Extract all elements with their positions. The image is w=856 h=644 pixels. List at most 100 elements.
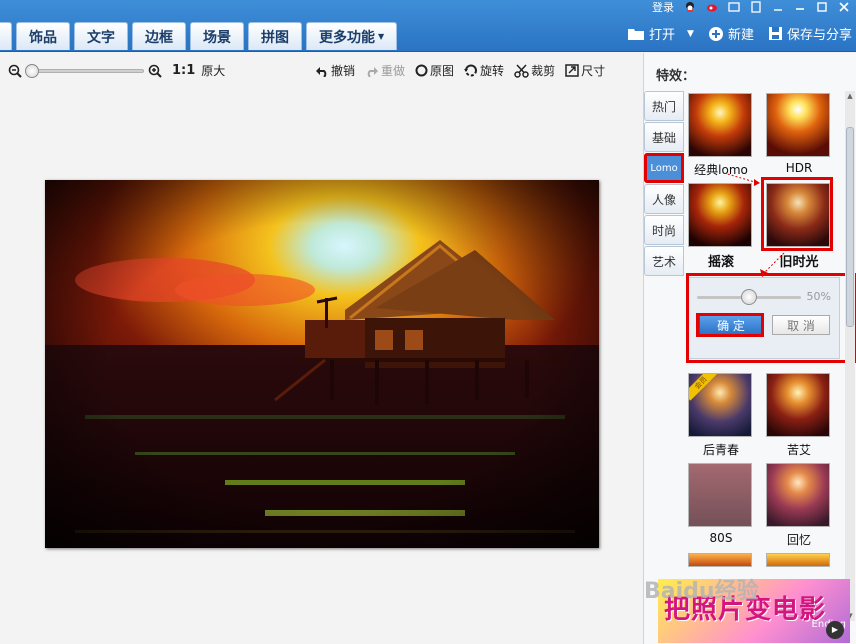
minimize-icon[interactable] xyxy=(794,1,806,13)
effect-absinthe[interactable]: 苦艾 xyxy=(766,373,832,458)
annotation-arrows xyxy=(724,173,785,277)
tab-accessories[interactable]: 饰品 xyxy=(16,22,70,50)
tab-text[interactable]: 文字 xyxy=(74,22,128,50)
folder-icon xyxy=(628,28,645,40)
category-fashion[interactable]: 时尚 xyxy=(644,215,684,245)
rotate-button[interactable]: 旋转 xyxy=(464,62,504,79)
save-share-button[interactable]: 保存与分享 xyxy=(768,24,852,43)
effect-preview: 会员 xyxy=(688,373,752,437)
size-label: 尺寸 xyxy=(581,64,606,78)
zoom-out-icon[interactable] xyxy=(8,64,22,78)
main-tabs: 饰品 文字 边框 场景 拼图 更多功能 ▼ xyxy=(0,22,398,52)
effect-preview xyxy=(766,463,830,527)
effect-more-1[interactable] xyxy=(688,553,754,567)
save-icon xyxy=(768,27,782,40)
ratio-button[interactable]: 1:1 xyxy=(172,63,195,78)
effect-preview xyxy=(688,93,752,157)
category-basic[interactable]: 基础 xyxy=(644,122,684,152)
member-badge: 会员 xyxy=(689,374,719,401)
category-label: 艺术 xyxy=(651,254,676,269)
edited-photo[interactable] xyxy=(45,180,599,548)
original-button[interactable]: 原图 xyxy=(415,62,454,79)
system-row: 登录 xyxy=(652,0,856,14)
redo-label: 重做 xyxy=(381,64,406,78)
effect-preview xyxy=(766,373,830,437)
category-lomo[interactable]: Lomo xyxy=(644,153,684,183)
size-button[interactable]: 尺寸 xyxy=(565,62,605,79)
close-icon[interactable] xyxy=(838,1,850,13)
effect-preview xyxy=(688,463,752,527)
weibo-icon[interactable] xyxy=(706,1,718,13)
resize-icon xyxy=(565,64,579,77)
open-label: 打开 xyxy=(649,28,676,43)
watermark: Baidu经验 xyxy=(644,579,759,604)
tab-border[interactable]: 边框 xyxy=(132,22,186,50)
highlight-confirm-button xyxy=(696,313,764,337)
open-button[interactable]: 打开 ▼ xyxy=(627,24,694,43)
zoom-in-icon[interactable] xyxy=(148,64,162,78)
zoom-slider[interactable] xyxy=(25,63,144,78)
message-icon[interactable] xyxy=(728,1,740,13)
new-label: 新建 xyxy=(727,28,754,43)
category-hot[interactable]: 热门 xyxy=(644,91,684,121)
effect-label: 80S xyxy=(709,531,733,545)
play-icon[interactable]: ▶ xyxy=(826,621,844,639)
panel-scrollbar[interactable]: ▲ ▼ xyxy=(845,91,855,621)
file-tools: 打开 ▼ 新建 保存与分享 xyxy=(627,24,852,43)
redo-button[interactable]: 重做 xyxy=(365,62,405,79)
effect-classic-lomo[interactable]: 经典lomo xyxy=(688,93,754,178)
undo-label: 撤销 xyxy=(331,64,356,78)
image-canvas[interactable] xyxy=(0,84,640,644)
category-art[interactable]: 艺术 xyxy=(644,246,684,276)
qq-icon[interactable] xyxy=(684,1,696,13)
panel-title: 特效： xyxy=(656,69,696,84)
effect-more-2[interactable] xyxy=(766,553,832,567)
effect-preview xyxy=(766,93,830,157)
tab-more-features[interactable]: 更多功能 ▼ xyxy=(306,22,398,50)
ratio-label[interactable]: 原大 xyxy=(201,62,225,79)
category-label: 人像 xyxy=(651,192,676,207)
original-icon xyxy=(415,64,428,77)
effect-memory[interactable]: 回忆 xyxy=(766,463,832,548)
tab-label: 边框 xyxy=(145,29,173,46)
crop-button[interactable]: 裁剪 xyxy=(514,62,555,79)
maximize-icon[interactable] xyxy=(816,1,828,13)
tab-label: 更多功能 xyxy=(319,29,375,46)
chevron-down-icon: ▼ xyxy=(378,32,385,41)
skin-icon[interactable] xyxy=(750,1,762,13)
scissors-icon xyxy=(514,63,529,78)
tab-label: 饰品 xyxy=(29,29,57,46)
tab-collage[interactable]: 拼图 xyxy=(248,22,302,50)
effect-80s[interactable]: 80S xyxy=(688,463,754,545)
crop-label: 裁剪 xyxy=(531,64,556,78)
top-bar: 登录 饰品 文字 边框 场景 拼图 更多功能 ▼ 打开 ▼ 新建 保存与分享 xyxy=(0,0,856,52)
zoom-slider-knob[interactable] xyxy=(25,63,39,78)
scroll-up-icon[interactable]: ▲ xyxy=(845,91,855,101)
login-link[interactable]: 登录 xyxy=(652,0,674,15)
category-portrait[interactable]: 人像 xyxy=(644,184,684,214)
edit-tools: 撤销 重做 原图 旋转 裁剪 尺寸 xyxy=(315,62,605,79)
edit-toolbar: 1:1 原大 撤销 重做 原图 旋转 裁剪 尺寸 xyxy=(0,56,640,84)
tab-home[interactable] xyxy=(0,22,12,50)
save-share-label: 保存与分享 xyxy=(786,28,852,43)
rotate-label: 旋转 xyxy=(480,64,505,78)
zoom-control: 1:1 原大 xyxy=(8,62,225,79)
effects-panel: 特效： 热门 基础 Lomo 人像 时尚 艺术 经典lomo HDR 摇滚 旧时… xyxy=(643,53,856,644)
category-label: 时尚 xyxy=(651,223,676,238)
category-label: 热门 xyxy=(651,99,676,114)
menu-icon[interactable] xyxy=(772,1,784,13)
effect-post-youth[interactable]: 会员 后青春 xyxy=(688,373,754,458)
effect-categories: 热门 基础 Lomo 人像 时尚 艺术 xyxy=(644,91,684,277)
tab-label: 场景 xyxy=(203,29,231,46)
effect-preview xyxy=(688,553,752,567)
chevron-down-icon[interactable]: ▼ xyxy=(687,29,694,39)
rotate-icon xyxy=(464,64,478,77)
new-button[interactable]: 新建 xyxy=(708,24,754,43)
tab-scene[interactable]: 场景 xyxy=(190,22,244,50)
category-label: 基础 xyxy=(651,130,676,145)
undo-button[interactable]: 撤销 xyxy=(315,62,355,79)
scrollbar-thumb[interactable] xyxy=(846,127,854,327)
effect-label: 后青春 xyxy=(702,443,739,457)
effect-label: 回忆 xyxy=(786,533,811,547)
effect-hdr[interactable]: HDR xyxy=(766,93,832,175)
